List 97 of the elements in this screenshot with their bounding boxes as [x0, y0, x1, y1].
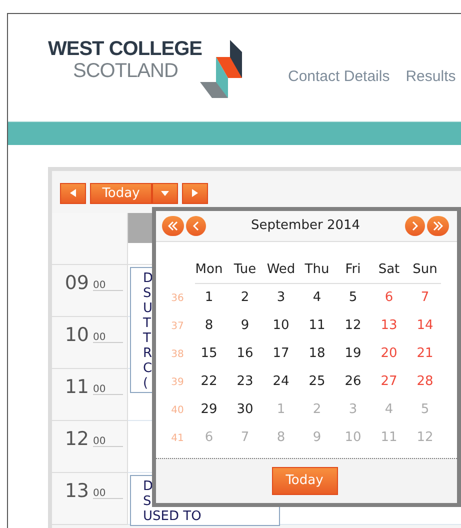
- hour-label: 13: [64, 479, 89, 504]
- day-cell[interactable]: 4: [312, 288, 322, 308]
- event-text: USED TO: [143, 509, 202, 524]
- previous-month-button[interactable]: [186, 216, 206, 236]
- day-cell[interactable]: 24: [272, 372, 290, 392]
- day-cell[interactable]: 8: [204, 316, 214, 336]
- day-cell[interactable]: 9: [312, 428, 322, 448]
- day-cell[interactable]: 14: [416, 316, 434, 336]
- day-cell[interactable]: 2: [240, 288, 250, 308]
- next-month-button[interactable]: [405, 216, 425, 236]
- dropdown-button[interactable]: [152, 182, 178, 204]
- day-cell[interactable]: 28: [416, 372, 434, 392]
- day-cell[interactable]: 11: [308, 316, 326, 336]
- hour-label: 11: [64, 375, 89, 400]
- month-title: September 2014: [250, 217, 362, 236]
- day-cell[interactable]: 23: [236, 372, 254, 392]
- day-cell[interactable]: 22: [200, 372, 218, 392]
- day-cell[interactable]: 19: [344, 344, 362, 364]
- caret-down-icon: [161, 190, 169, 196]
- weekday-label: Sun: [412, 261, 438, 280]
- event-text: R: [143, 346, 152, 361]
- day-cell[interactable]: 12: [344, 316, 362, 336]
- day-cell[interactable]: 20: [380, 344, 398, 364]
- hour-label: 12: [64, 427, 89, 452]
- logo-text: WEST COLLEGE: [48, 38, 202, 60]
- day-cell[interactable]: 25: [308, 372, 326, 392]
- day-cell[interactable]: 2: [312, 400, 322, 420]
- day-cell[interactable]: 26: [344, 372, 362, 392]
- event-text: S: [143, 286, 152, 301]
- day-cell[interactable]: 10: [344, 428, 362, 448]
- event-text: U: [143, 301, 153, 316]
- day-cell[interactable]: 15: [200, 344, 218, 364]
- day-cell[interactable]: 27: [380, 372, 398, 392]
- day-cell[interactable]: 7: [420, 288, 430, 308]
- minute-label: 00: [93, 384, 106, 395]
- today-button[interactable]: Today: [272, 467, 338, 495]
- double-chevron-left-icon: [168, 221, 178, 231]
- double-chevron-right-icon: [433, 221, 443, 231]
- next-year-button[interactable]: [427, 216, 449, 236]
- week-number: 39: [170, 376, 185, 390]
- week-number: 38: [170, 348, 185, 362]
- day-cell[interactable]: 18: [308, 344, 326, 364]
- day-cell[interactable]: 8: [276, 428, 286, 448]
- day-cell[interactable]: 21: [416, 344, 434, 364]
- day-cell[interactable]: 3: [348, 400, 358, 420]
- week-number: 37: [170, 320, 185, 334]
- day-cell[interactable]: 16: [236, 344, 254, 364]
- minute-label: 00: [93, 280, 106, 291]
- day-cell[interactable]: 9: [240, 316, 250, 336]
- nav-link[interactable]: Results: [406, 66, 456, 88]
- day-cell[interactable]: 17: [272, 344, 290, 364]
- week-number: 40: [170, 404, 185, 418]
- nav-link[interactable]: Contact Details: [288, 66, 390, 88]
- next-button[interactable]: [182, 182, 208, 204]
- logo-text: SCOTLAND: [73, 60, 179, 82]
- day-cell[interactable]: 7: [240, 428, 250, 448]
- weekday-label: Tue: [232, 261, 258, 280]
- event-text: S: [143, 494, 152, 509]
- day-cell[interactable]: 4: [384, 400, 394, 420]
- minute-label: 00: [93, 436, 106, 447]
- hour-label: 10: [64, 323, 89, 348]
- minute-label: 00: [93, 488, 106, 499]
- day-cell[interactable]: 3: [276, 288, 286, 308]
- caret-left-icon: [70, 189, 76, 197]
- event-text: T: [143, 331, 151, 346]
- week-number: 41: [170, 432, 185, 446]
- weekday-label: Wed: [266, 261, 296, 280]
- day-cell[interactable]: 1: [204, 288, 214, 308]
- today-button[interactable]: Today: [90, 182, 152, 204]
- weekday-label: Fri: [344, 261, 362, 280]
- event-text: D: [143, 271, 154, 286]
- hour-label: 09: [64, 271, 89, 296]
- chevron-left-icon: [193, 221, 199, 231]
- week-number: 36: [170, 292, 185, 306]
- weekday-label: Mon: [194, 261, 224, 280]
- weekday-label: Sat: [377, 261, 401, 280]
- day-cell[interactable]: 1: [276, 400, 286, 420]
- previous-button[interactable]: [60, 182, 86, 204]
- weekday-label: Thu: [304, 261, 330, 280]
- event-text: D: [143, 479, 154, 494]
- event-text: C: [143, 361, 152, 376]
- previous-year-button[interactable]: [162, 216, 184, 236]
- event-text: T: [143, 316, 151, 331]
- day-cell[interactable]: 5: [348, 288, 358, 308]
- day-cell[interactable]: 6: [204, 428, 214, 448]
- minute-label: 00: [93, 332, 106, 343]
- day-cell[interactable]: 5: [420, 400, 430, 420]
- day-cell[interactable]: 12: [416, 428, 434, 448]
- day-cell[interactable]: 30: [236, 400, 254, 420]
- day-cell[interactable]: 10: [272, 316, 290, 336]
- event-text: (: [143, 376, 148, 391]
- day-cell[interactable]: 6: [384, 288, 394, 308]
- day-cell[interactable]: 11: [380, 428, 398, 448]
- day-cell[interactable]: 13: [380, 316, 398, 336]
- chevron-right-icon: [412, 221, 418, 231]
- day-cell[interactable]: 29: [200, 400, 218, 420]
- caret-right-icon: [192, 189, 198, 197]
